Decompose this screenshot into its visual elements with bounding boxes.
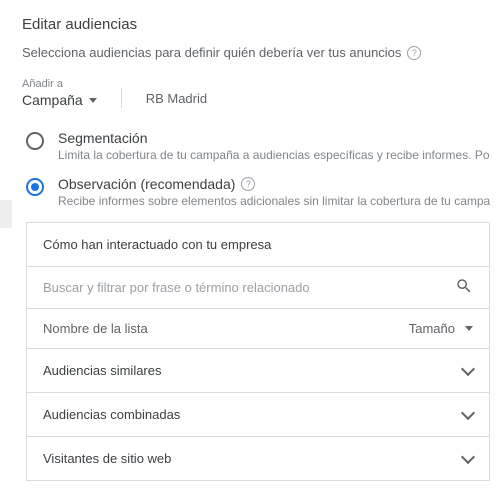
list-item-label: Audiencias combinadas: [43, 407, 463, 422]
radio-observation-title: Observación (recomendada): [58, 176, 235, 192]
col-size-sort[interactable]: Tamaño: [409, 321, 473, 336]
help-icon[interactable]: ?: [407, 46, 421, 60]
col-name: Nombre de la lista: [43, 321, 409, 336]
radio-icon: [26, 132, 44, 150]
divider: [121, 88, 122, 108]
radio-segmentation-title: Segmentación: [58, 130, 490, 146]
add-to-select[interactable]: Campaña: [22, 92, 97, 108]
list-item-label: Audiencias similares: [43, 363, 463, 378]
panel-header: Cómo han interactuado con tu empresa: [27, 223, 489, 267]
page-title: Editar audiencias: [22, 16, 490, 33]
radio-segmentation-desc: Limita la cobertura de tu campaña a audi…: [58, 148, 490, 162]
col-size-label: Tamaño: [409, 321, 455, 336]
chevron-down-icon: [461, 405, 475, 419]
list-row-similar[interactable]: Audiencias similares: [27, 349, 489, 393]
radio-segmentation[interactable]: Segmentación Limita la cobertura de tu c…: [26, 130, 490, 162]
search-icon[interactable]: [455, 277, 473, 298]
radio-observation[interactable]: Observación (recomendada) ? Recibe infor…: [26, 176, 490, 208]
radio-icon-selected: [26, 178, 44, 196]
sidebar-stub: [0, 200, 12, 228]
campaign-name: RB Madrid: [146, 91, 207, 108]
help-icon[interactable]: ?: [241, 177, 255, 191]
list-item-label: Visitantes de sitio web: [43, 451, 463, 466]
caret-down-icon: [465, 326, 473, 331]
add-to-value: Campaña: [22, 92, 83, 108]
chevron-down-icon: [461, 361, 475, 375]
search-row[interactable]: [27, 267, 489, 309]
list-row-combined[interactable]: Audiencias combinadas: [27, 393, 489, 437]
search-input[interactable]: [43, 280, 447, 295]
page-subtitle: Selecciona audiencias para definir quién…: [22, 45, 401, 60]
chevron-down-icon: [461, 449, 475, 463]
add-to-label: Añadir a: [22, 78, 97, 90]
caret-down-icon: [89, 98, 97, 103]
radio-observation-desc: Recibe informes sobre elementos adiciona…: [58, 194, 490, 208]
list-row-visitors[interactable]: Visitantes de sitio web: [27, 437, 489, 481]
